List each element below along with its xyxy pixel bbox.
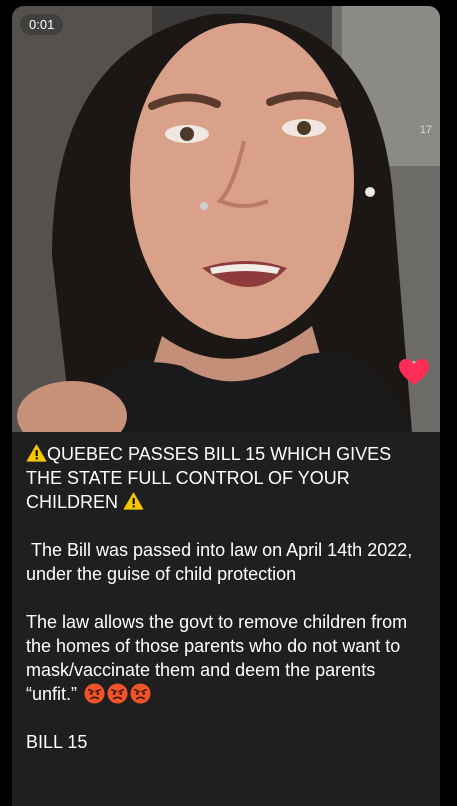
angry-face-icon: [130, 683, 151, 704]
warning-icon: [26, 444, 47, 462]
side-count: 17: [419, 124, 432, 136]
heart-icon: [399, 359, 429, 385]
like-button[interactable]: 73: [398, 358, 434, 385]
warning-icon: [123, 492, 144, 510]
paragraph-bill-passed: The Bill was passed into law on April 14…: [26, 540, 418, 584]
angry-face-icon: [107, 683, 128, 704]
message-text: QUEBEC PASSES BILL 15 WHICH GIVES THE ST…: [26, 442, 431, 754]
video-player[interactable]: 0:01 17 73: [12, 6, 440, 432]
headline: QUEBEC PASSES BILL 15 WHICH GIVES THE ST…: [26, 442, 431, 514]
video-frame: [12, 6, 440, 432]
video-timestamp: 0:01: [20, 14, 64, 35]
paragraph-law-details: The law allows the govt to remove childr…: [26, 610, 431, 706]
message-card: 0:01 17 73 QUEBEC PASSES BILL 15 WHICH G…: [12, 6, 440, 806]
footer-text: BILL 15: [26, 732, 88, 752]
angry-face-icon: [84, 683, 105, 704]
headline-text: QUEBEC PASSES BILL 15 WHICH GIVES THE ST…: [26, 444, 392, 512]
